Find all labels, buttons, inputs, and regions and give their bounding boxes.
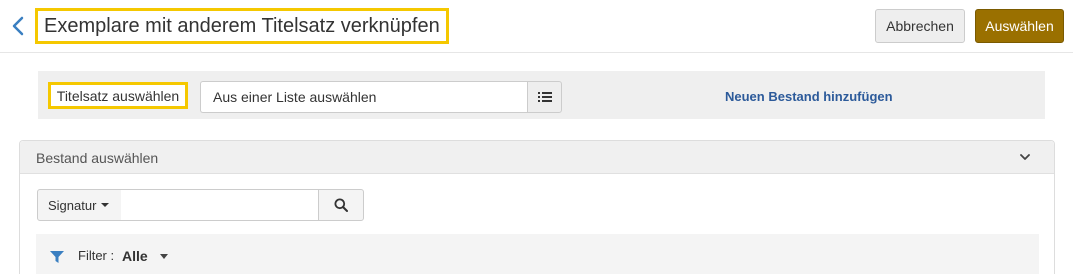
record-select-label: Titelsatz auswählen <box>48 82 188 109</box>
filter-value[interactable]: Alle <box>122 248 148 264</box>
holdings-panel-header[interactable]: Bestand auswählen <box>20 141 1054 174</box>
chevron-down-icon[interactable] <box>1018 150 1032 164</box>
list-picker-button[interactable] <box>527 81 562 113</box>
caret-down-icon <box>101 203 110 207</box>
search-type-label: Signatur <box>48 197 97 213</box>
search-type-dropdown[interactable]: Signatur <box>37 189 122 221</box>
back-button[interactable] <box>8 13 28 39</box>
filter-label: Filter : <box>78 248 115 263</box>
select-button[interactable]: Auswählen <box>975 9 1064 43</box>
filter-icon <box>50 251 64 263</box>
filter-caret-icon[interactable] <box>160 254 168 259</box>
list-icon <box>537 92 552 102</box>
record-selection-bar: Titelsatz auswählen Aus einer Liste ausw… <box>38 71 1045 119</box>
page-header: Exemplare mit anderem Titelsatz verknüpf… <box>0 0 1073 53</box>
page-title: Exemplare mit anderem Titelsatz verknüpf… <box>35 8 449 44</box>
add-holding-link[interactable]: Neuen Bestand hinzufügen <box>725 89 893 104</box>
holdings-panel: Bestand auswählen Signatur Filter : Alle <box>19 140 1055 274</box>
filter-bar: Filter : Alle <box>36 234 1039 274</box>
chevron-left-icon <box>12 16 24 36</box>
record-select-input[interactable]: Aus einer Liste auswählen <box>200 81 527 113</box>
search-input[interactable] <box>121 189 319 221</box>
search-button[interactable] <box>318 189 364 221</box>
search-icon <box>334 198 348 212</box>
cancel-button[interactable]: Abbrechen <box>875 9 965 43</box>
panel-title: Bestand auswählen <box>36 150 159 166</box>
